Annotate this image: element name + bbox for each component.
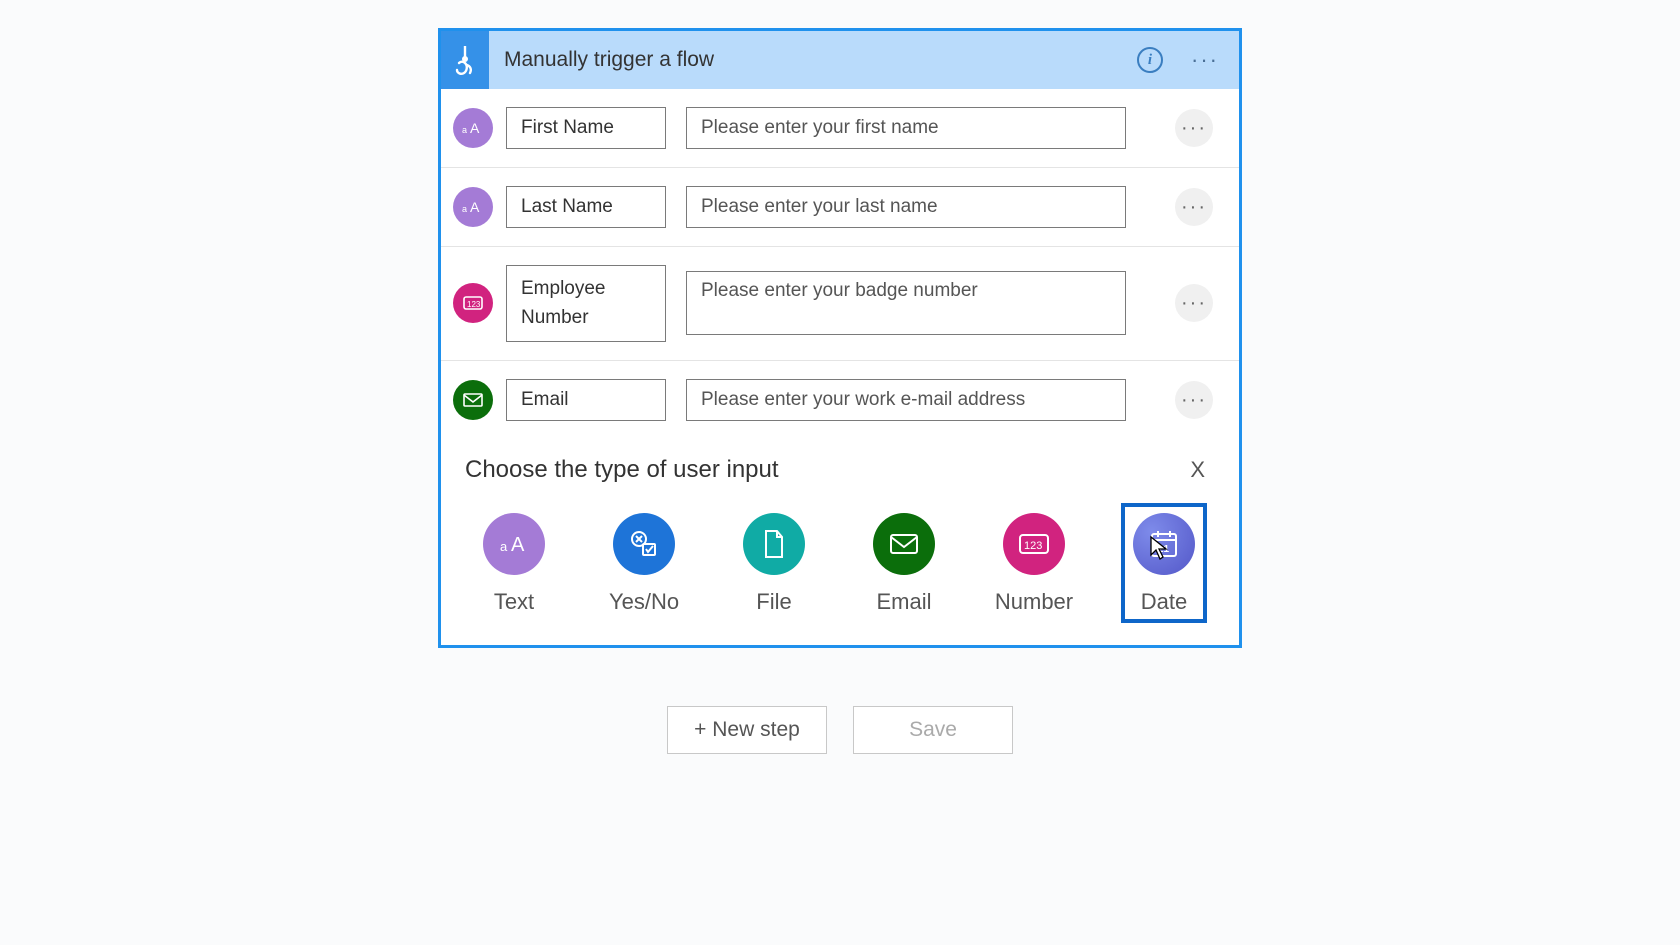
email-type-icon: [453, 380, 493, 420]
picker-close-button[interactable]: X: [1180, 453, 1215, 487]
input-desc-field[interactable]: Please enter your last name: [686, 186, 1126, 228]
svg-text:a: a: [500, 539, 508, 554]
card-title: Manually trigger a flow: [489, 48, 1137, 72]
trigger-icon: [441, 31, 489, 89]
number-type-icon: 123: [453, 283, 493, 323]
row-more-button[interactable]: ···: [1175, 109, 1213, 147]
picker-header: Choose the type of user input X: [465, 453, 1215, 487]
input-name-field[interactable]: Employee Number: [506, 265, 666, 342]
row-more-button[interactable]: ···: [1175, 381, 1213, 419]
row-more-button[interactable]: ···: [1175, 284, 1213, 322]
input-name-field[interactable]: Email: [506, 379, 666, 421]
option-label: Number: [995, 589, 1073, 615]
file-icon: [743, 513, 805, 575]
input-row: aA First Name Please enter your first na…: [441, 89, 1239, 168]
input-row: aA Last Name Please enter your last name…: [441, 168, 1239, 247]
input-name-field[interactable]: First Name: [506, 107, 666, 149]
new-step-button[interactable]: + New step: [667, 706, 827, 754]
row-more-button[interactable]: ···: [1175, 188, 1213, 226]
option-label: Email: [876, 589, 931, 615]
option-date[interactable]: 21 Date: [1121, 503, 1207, 623]
yesno-icon: [613, 513, 675, 575]
option-text[interactable]: aA Text: [471, 503, 557, 623]
input-name-field[interactable]: Last Name: [506, 186, 666, 228]
text-icon: aA: [483, 513, 545, 575]
svg-text:A: A: [511, 534, 525, 556]
option-label: Text: [494, 589, 534, 615]
svg-text:21: 21: [1158, 544, 1170, 555]
date-icon: 21: [1133, 513, 1195, 575]
input-desc-field[interactable]: Please enter your badge number: [686, 271, 1126, 335]
footer-actions: + New step Save: [0, 706, 1680, 754]
save-button[interactable]: Save: [853, 706, 1013, 754]
option-number[interactable]: 123 Number: [991, 503, 1077, 623]
input-type-picker: Choose the type of user input X aA Text: [441, 439, 1239, 645]
option-email[interactable]: Email: [861, 503, 947, 623]
svg-text:A: A: [470, 199, 480, 215]
text-type-icon: aA: [453, 187, 493, 227]
email-icon: [873, 513, 935, 575]
svg-text:A: A: [470, 120, 480, 136]
card-more-button[interactable]: ···: [1187, 55, 1223, 65]
option-label: File: [756, 589, 791, 615]
input-desc-field[interactable]: Please enter your first name: [686, 107, 1126, 149]
option-yesno[interactable]: Yes/No: [601, 503, 687, 623]
svg-text:a: a: [462, 204, 467, 214]
option-file[interactable]: File: [731, 503, 817, 623]
svg-text:123: 123: [467, 300, 481, 309]
svg-text:a: a: [462, 125, 467, 135]
text-type-icon: aA: [453, 108, 493, 148]
card-header: Manually trigger a flow i ···: [441, 31, 1239, 89]
input-rows: aA First Name Please enter your first na…: [441, 89, 1239, 439]
option-label: Date: [1141, 589, 1187, 615]
number-icon: 123: [1003, 513, 1065, 575]
option-label: Yes/No: [609, 589, 679, 615]
trigger-card: Manually trigger a flow i ··· aA First N…: [438, 28, 1242, 648]
input-row: 123 Employee Number Please enter your ba…: [441, 247, 1239, 361]
input-row: Email Please enter your work e-mail addr…: [441, 361, 1239, 439]
input-desc-field[interactable]: Please enter your work e-mail address: [686, 379, 1126, 421]
picker-title: Choose the type of user input: [465, 456, 1180, 484]
picker-options: aA Text Yes/No F: [465, 497, 1215, 623]
info-icon[interactable]: i: [1137, 47, 1163, 73]
svg-text:123: 123: [1024, 540, 1042, 552]
